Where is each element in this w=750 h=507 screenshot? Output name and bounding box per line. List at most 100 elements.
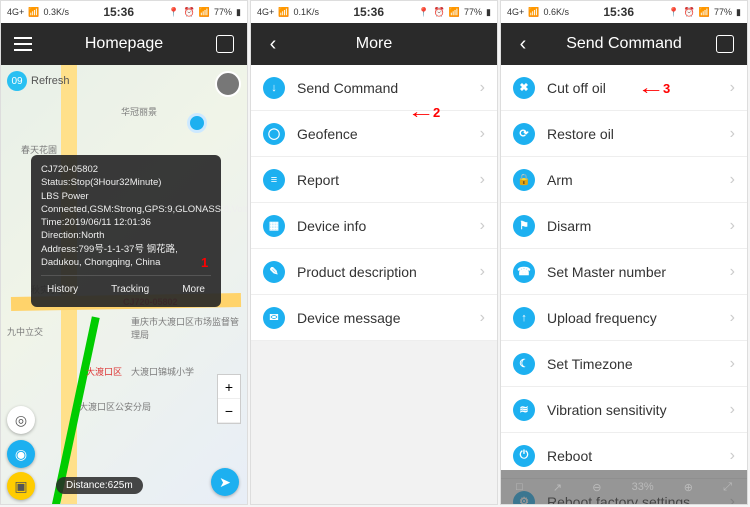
status-time: 15:36 [353,5,384,19]
chevron-right-icon: › [730,355,735,373]
zoom-in-button[interactable]: + [218,375,240,399]
chevron-right-icon: › [480,263,485,281]
zoom-control: + − [217,374,241,424]
viewer-toolbar-button[interactable]: ⤢ [723,481,732,494]
page-title: Send Command [535,35,713,53]
cmd-item-set-master-number[interactable]: ☎Set Master number› [501,249,747,295]
data-speed: 0.3K/s [43,7,69,17]
item-label: Restore oil [547,126,730,142]
item-icon: 🔒 [513,169,535,191]
my-location-button[interactable]: ◉ [7,440,35,468]
viewer-toolbar-button[interactable]: ⊖ [592,481,601,494]
more-button[interactable]: More [176,281,211,299]
zoom-out-button[interactable]: − [218,399,240,423]
more-list: ↓Send Command›◯Geofence›≡Report›▦Device … [251,65,497,504]
gps-icon: 📍 [668,7,679,18]
chevron-right-icon: › [730,263,735,281]
signal-icon: 📶 [528,7,539,18]
chevron-right-icon: › [480,79,485,97]
refresh-count: 09 [7,71,27,91]
cmd-item-vibration-sensitivity[interactable]: ≋Vibration sensitivity› [501,387,747,433]
message-icon [716,35,734,53]
more-item-report[interactable]: ≡ Report› [251,157,497,203]
popup-device: CJ720-05802 [41,163,211,176]
refresh-label: Refresh [31,75,70,87]
popup-status: Status:Stop(3Hour32Minute) [41,176,211,189]
back-button[interactable]: ‹ [261,32,285,56]
send-arrow-button[interactable]: ➤ [211,468,239,496]
chevron-right-icon: › [480,217,485,235]
battery-pct: 77% [214,7,232,17]
cmd-item-restore-oil[interactable]: ⟳Restore oil› [501,111,747,157]
locate-button[interactable]: ◎ [7,406,35,434]
back-arrow-icon: ‹ [520,33,527,56]
popup-conn: Connected,GSM:Strong,GPS:9,GLONASS:8,Vol… [41,203,211,216]
hamburger-icon [14,37,32,51]
app-header: ‹ More [251,23,497,65]
more-item-device-message[interactable]: ✉Device message› [251,295,497,341]
app-header: ‹ Send Command [501,23,747,65]
chevron-right-icon: › [480,125,485,143]
chevron-right-icon: › [730,447,735,465]
cmd-item-disarm[interactable]: ⚑Disarm› [501,203,747,249]
alarm-icon: ⏰ [434,7,445,18]
screen-homepage: 4G+ 📶 0.3K/s 15:36 📍 ⏰ 📶 77% ▮ Homepage … [0,0,248,505]
item-label: Vibration sensitivity [547,402,730,418]
screen-more: 4G+ 📶 0.1K/s 15:36 📍 ⏰ 📶 77% ▮ ‹ More ↓S… [250,0,498,505]
chevron-right-icon: › [730,309,735,327]
more-item-product-description[interactable]: ✎Product description› [251,249,497,295]
cmd-item-arm[interactable]: 🔒Arm› [501,157,747,203]
cmd-item-upload-frequency[interactable]: ↑Upload frequency› [501,295,747,341]
item-label: Reboot [547,448,730,464]
toggle-button[interactable]: ▣ [7,472,35,500]
signal-icon: 📶 [28,7,39,18]
item-icon: ⏻ [513,445,535,467]
signal-icon: 📶 [278,7,289,18]
item-label: Send Command [297,80,480,96]
more-item-device-info[interactable]: ▦Device info› [251,203,497,249]
back-button[interactable]: ‹ [511,32,535,56]
chevron-right-icon: › [730,79,735,97]
menu-button[interactable] [11,32,35,56]
item-icon: ≡ [263,169,285,191]
item-label: Report [297,172,480,188]
history-button[interactable]: History [41,281,84,299]
map-canvas[interactable]: 华冠丽景 春天花園 九中立交 大渡口区 大渡口区公安分局 秋实小区 CJ720-… [1,65,247,504]
item-label: Disarm [547,218,730,234]
map-poi: 重庆市大渡口区市场监督管理局 [131,315,247,341]
back-arrow-icon: ‹ [270,33,277,56]
messages-button[interactable] [213,32,237,56]
tracking-button[interactable]: Tracking [105,281,155,299]
gps-icon: 📍 [418,7,429,18]
network-indicator: 4G+ [257,7,274,17]
popup-direction: Direction:North [41,229,211,242]
user-avatar[interactable] [215,71,241,97]
cmd-item-cut-off-oil[interactable]: ✖Cut off oil› [501,65,747,111]
map-poi: 九中立交 [7,325,43,338]
item-label: Device info [297,218,480,234]
viewer-toolbar-button[interactable]: ↗ [553,481,562,494]
viewer-toolbar: □ ↗ ⊖ 33% ⊕ ⤢ [501,470,747,504]
wifi-icon: 📶 [199,7,210,18]
chevron-right-icon: › [480,171,485,189]
more-item-geofence[interactable]: ◯Geofence› [251,111,497,157]
wifi-icon: 📶 [449,7,460,18]
more-item-send-command[interactable]: ↓Send Command› [251,65,497,111]
alarm-icon: ⏰ [184,7,195,18]
cmd-item-set-timezone[interactable]: ☾Set Timezone› [501,341,747,387]
item-label: Device message [297,310,480,326]
item-icon: ⟳ [513,123,535,145]
viewer-toolbar-button[interactable]: 33% [632,481,654,493]
item-label: Arm [547,172,730,188]
battery-icon: ▮ [736,7,741,18]
refresh-control[interactable]: 09 Refresh [7,71,70,91]
popup-address: Address:799号-1-1-37号 钢花路, Dadukou, Chong… [41,243,211,270]
viewer-toolbar-button[interactable]: ⊕ [684,481,693,494]
map-poi: 华冠丽景 [121,105,157,118]
status-time: 15:36 [603,5,634,19]
viewer-toolbar-button[interactable]: □ [516,481,523,493]
messages-button[interactable] [713,32,737,56]
map-marker[interactable] [187,113,207,133]
battery-pct: 77% [464,7,482,17]
app-header: Homepage [1,23,247,65]
